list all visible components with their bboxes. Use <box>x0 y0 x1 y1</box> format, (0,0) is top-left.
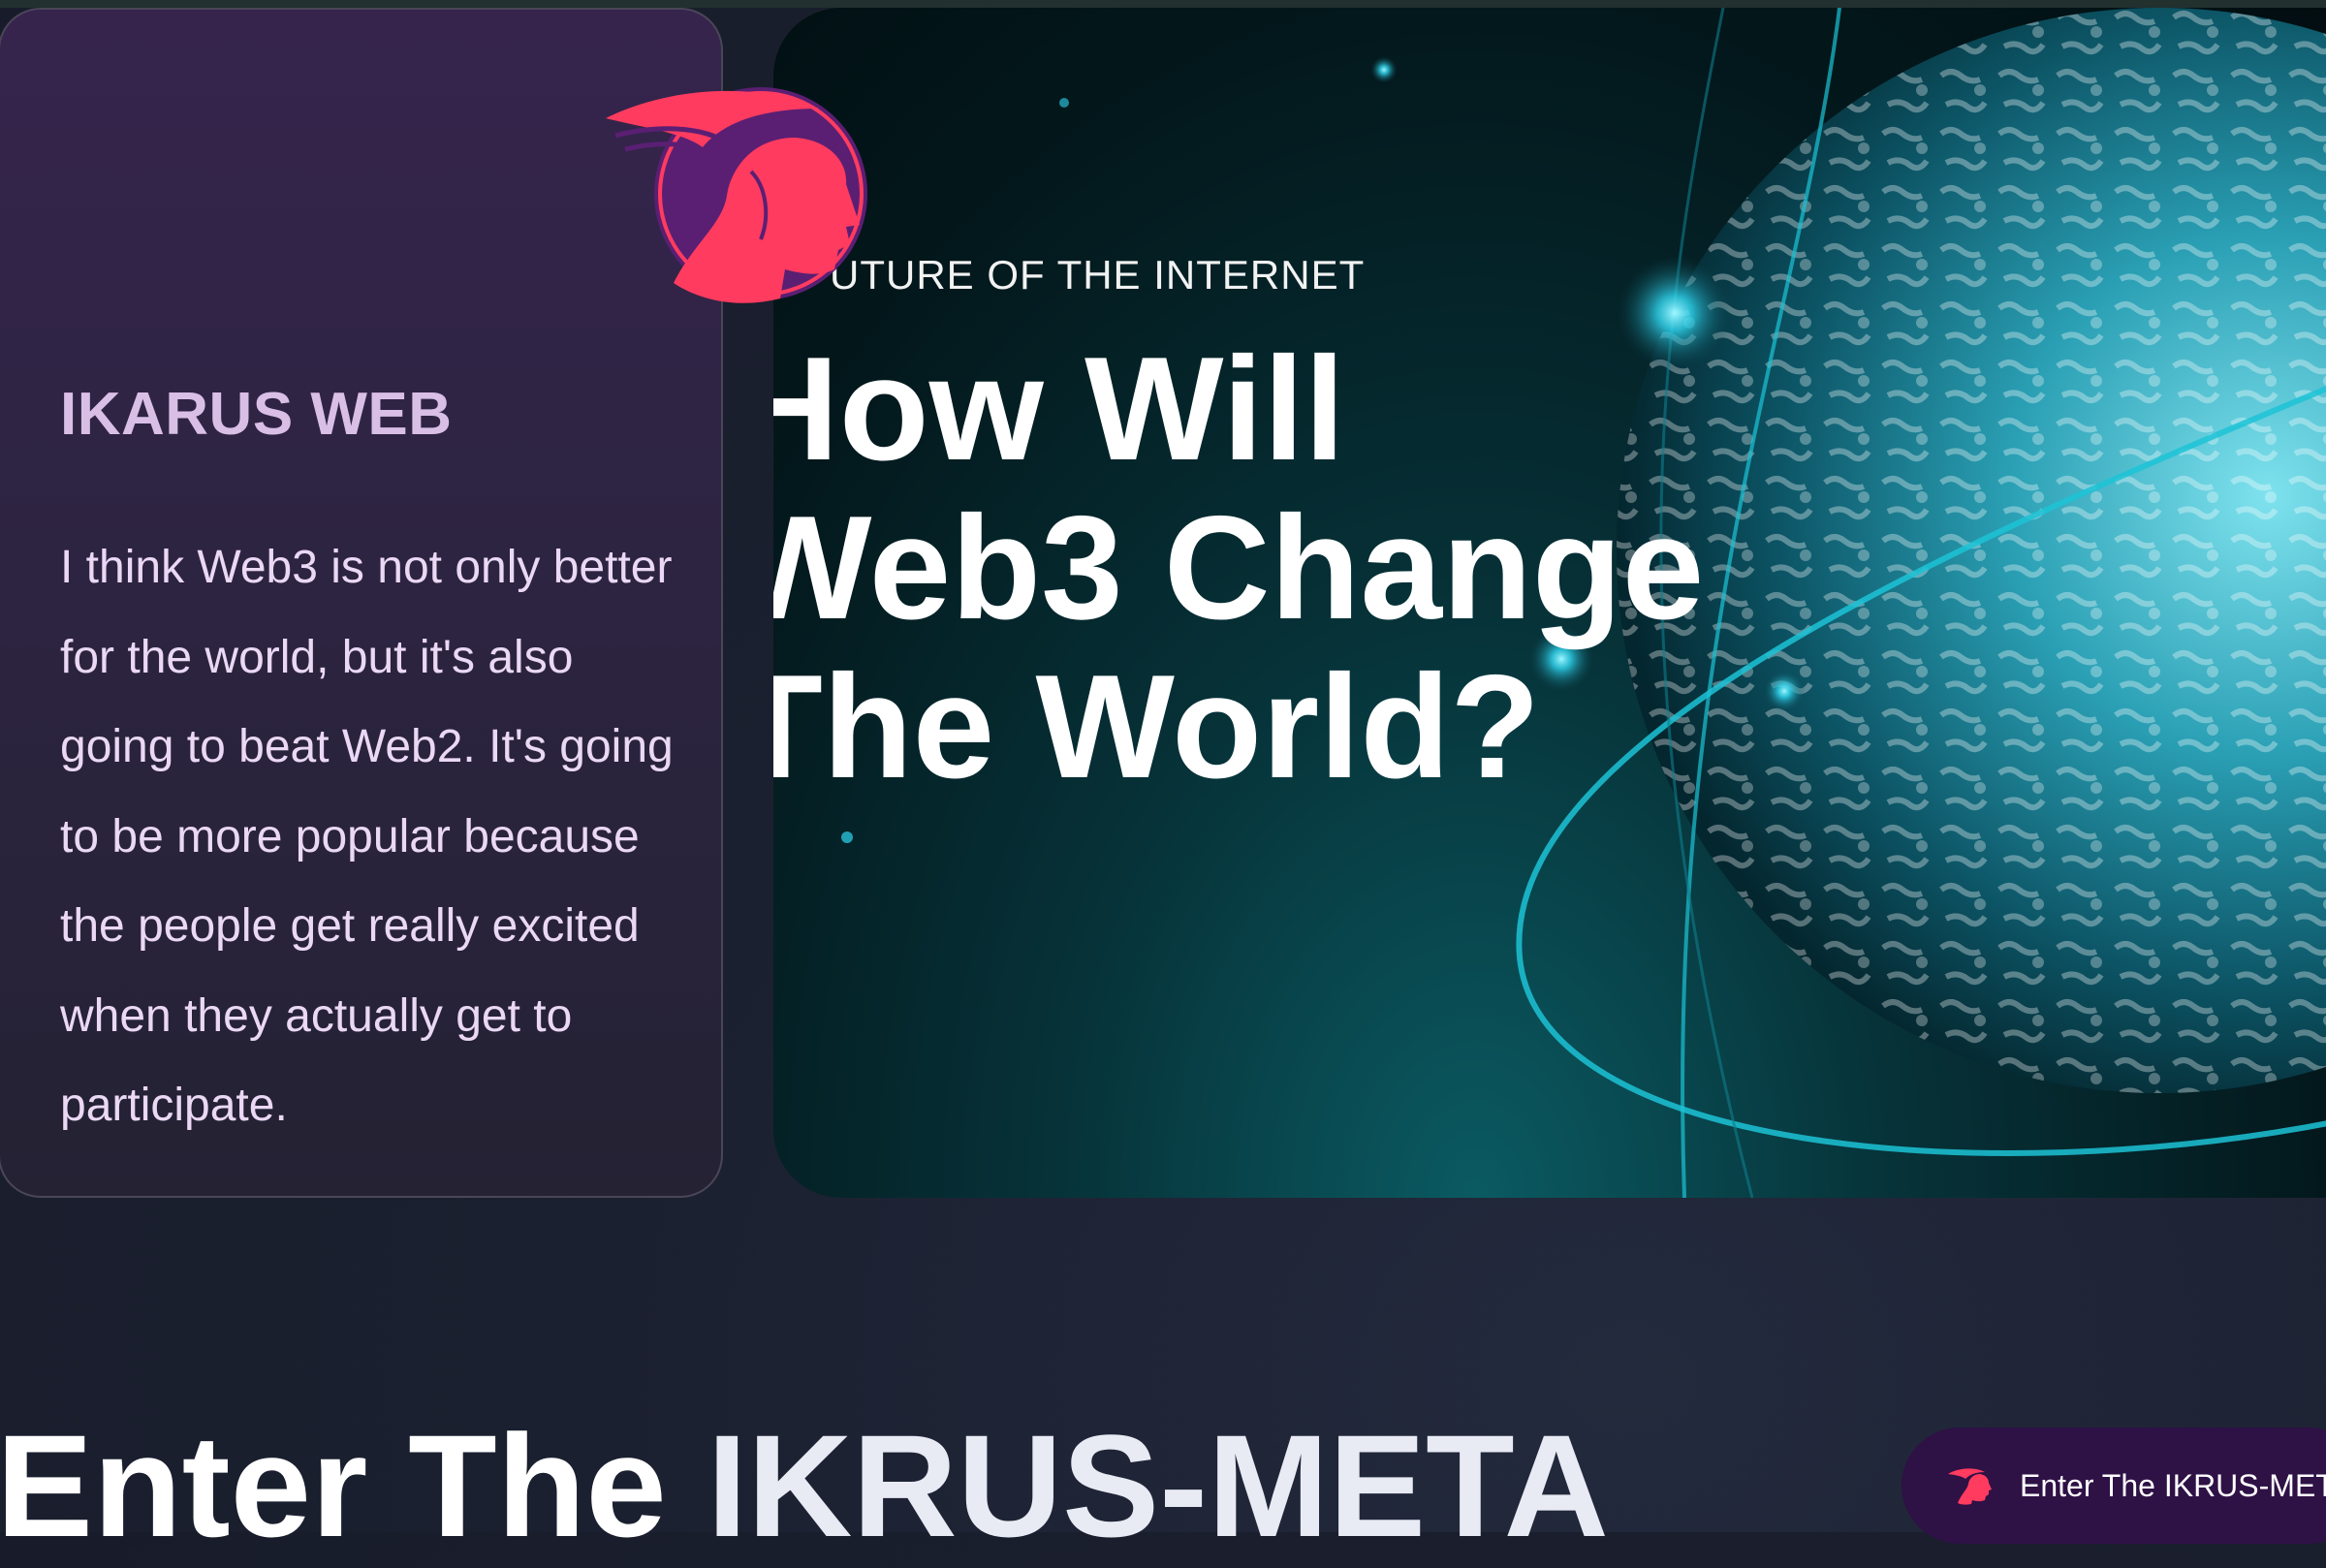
hero-title-line-2: Web3 Change <box>773 486 1705 650</box>
enter-heading-part1: Enter The <box>0 1404 707 1567</box>
enter-meta-button[interactable]: Enter The IKRUS-META <box>1902 1427 2326 1544</box>
winged-helmet-logo-icon <box>1948 1468 1992 1505</box>
enter-meta-heading: Enter The IKRUS-META <box>0 1403 1609 1568</box>
hero-title-line-3: The World? <box>773 644 1541 809</box>
enter-meta-button-label: Enter The IKRUS-META <box>2020 1467 2326 1503</box>
card-title: IKARUS WEB <box>60 381 453 448</box>
enter-heading-part2: IKRUS-META <box>707 1404 1609 1567</box>
hero-kicker: UTURE OF THE INTERNET <box>830 252 1366 298</box>
winged-helmet-logo-icon <box>606 87 867 303</box>
hero-title-line-1: How Will <box>773 327 1345 491</box>
hero-title: How Will Web3 Change The World? <box>773 329 1704 806</box>
card-description: I think Web3 is not only better for the … <box>60 542 674 1131</box>
top-strip <box>0 0 2326 8</box>
hero-banner-image: UTURE OF THE INTERNET How Will Web3 Chan… <box>773 8 2326 1198</box>
